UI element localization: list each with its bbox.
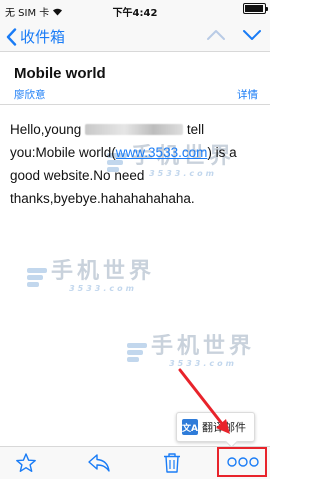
watermark-text: 手机世界 xyxy=(51,259,156,284)
watermark-number: 3533.com xyxy=(69,284,137,293)
nav-bar: 收件箱 xyxy=(0,20,270,52)
battery-level xyxy=(245,5,264,12)
watermark-logo xyxy=(127,342,147,362)
mail-header: Mobile world 廖欣意 详情 xyxy=(0,53,270,105)
previous-message-icon[interactable] xyxy=(206,25,226,45)
watermark: 手机世界 3533.com xyxy=(127,335,255,369)
star-icon[interactable] xyxy=(15,452,37,474)
reply-icon[interactable] xyxy=(87,452,111,474)
chevron-left-icon xyxy=(6,27,17,46)
mail-body: Hello,young tell you:Mobile world(www.35… xyxy=(10,118,262,210)
trash-icon[interactable] xyxy=(162,452,182,474)
back-to-inbox-button[interactable]: 收件箱 xyxy=(6,26,65,47)
status-time: 下午4:42 xyxy=(112,8,158,19)
mail-link[interactable]: www.3533.com xyxy=(116,145,208,160)
mail-sender[interactable]: 廖欣意 xyxy=(14,87,46,102)
battery-icon xyxy=(243,3,268,14)
details-link[interactable]: 详情 xyxy=(237,87,258,102)
translate-mail-button[interactable]: 文A 翻译邮件 xyxy=(176,412,255,442)
watermark: 手机世界 3533.com xyxy=(27,260,155,294)
watermark-number: 3533.com xyxy=(169,359,237,368)
mail-body-text: Hello,young xyxy=(10,122,82,137)
highlight-box xyxy=(217,447,267,477)
battery-group xyxy=(243,3,268,14)
mail-subject: Mobile world xyxy=(14,65,106,82)
status-bar: 无 SIM 卡 下午4:42 xyxy=(0,0,270,20)
watermark-text: 手机世界 xyxy=(151,334,256,359)
translate-mail-label: 翻译邮件 xyxy=(202,421,246,434)
back-label: 收件箱 xyxy=(20,28,66,46)
next-message-icon[interactable] xyxy=(242,25,262,45)
translate-icon: 文A xyxy=(182,419,198,435)
redacted-text xyxy=(85,124,184,135)
message-nav-arrows xyxy=(206,25,262,45)
watermark-logo xyxy=(27,267,47,287)
